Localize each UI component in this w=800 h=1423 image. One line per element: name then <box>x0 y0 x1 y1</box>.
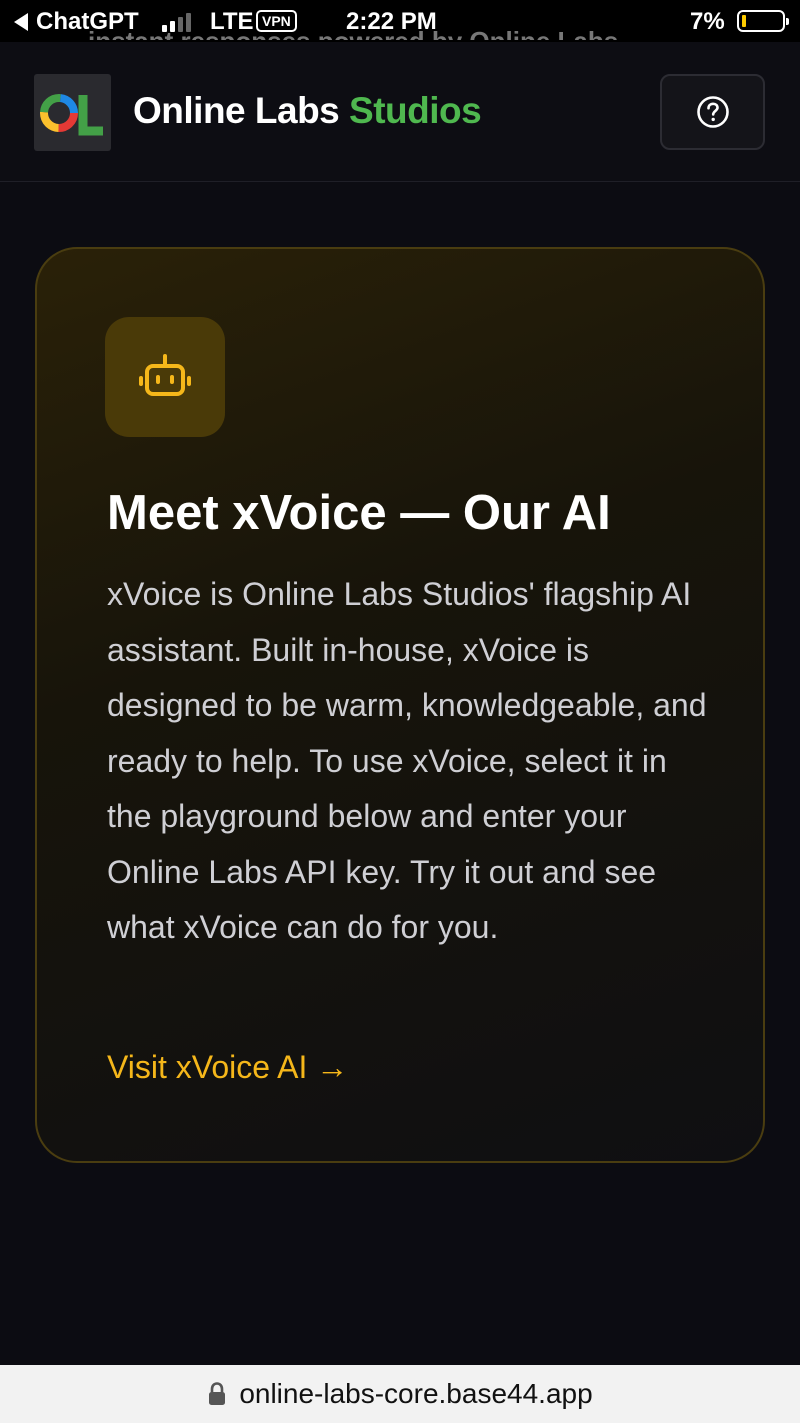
bot-icon-tile <box>105 317 225 437</box>
url-bar[interactable]: online-labs-core.base44.app <box>0 1365 800 1423</box>
brand-name-main: Online Labs <box>133 90 340 131</box>
brand-name[interactable]: Online Labs Studios <box>133 90 482 132</box>
page: ChatGPT LTE VPN 2:22 PM 7% instant respo… <box>0 0 800 1423</box>
battery-icon <box>737 10 789 32</box>
logo-icon <box>39 93 103 135</box>
back-arrow-icon <box>14 13 28 31</box>
brand-name-accent: Studios <box>349 90 482 131</box>
help-button[interactable] <box>660 74 765 150</box>
visit-xvoice-link[interactable]: Visit xVoice AI → <box>107 1049 348 1086</box>
xvoice-card: Meet xVoice — Our AI xVoice is Online La… <box>35 247 765 1163</box>
site-header: instant responses powered by Online Labs… <box>0 26 800 182</box>
lock-icon <box>209 1382 226 1405</box>
bot-icon <box>139 354 191 396</box>
url-text: online-labs-core.base44.app <box>239 1378 593 1409</box>
card-body: xVoice is Online Labs Studios' flagship … <box>107 576 707 945</box>
logo[interactable] <box>34 74 111 151</box>
card-title: Meet xVoice — Our AI <box>107 486 611 540</box>
question-circle-icon <box>696 96 729 128</box>
cutoff-text: instant responses powered by Online Labs… <box>88 26 625 40</box>
battery-percent: 7% <box>690 8 725 35</box>
